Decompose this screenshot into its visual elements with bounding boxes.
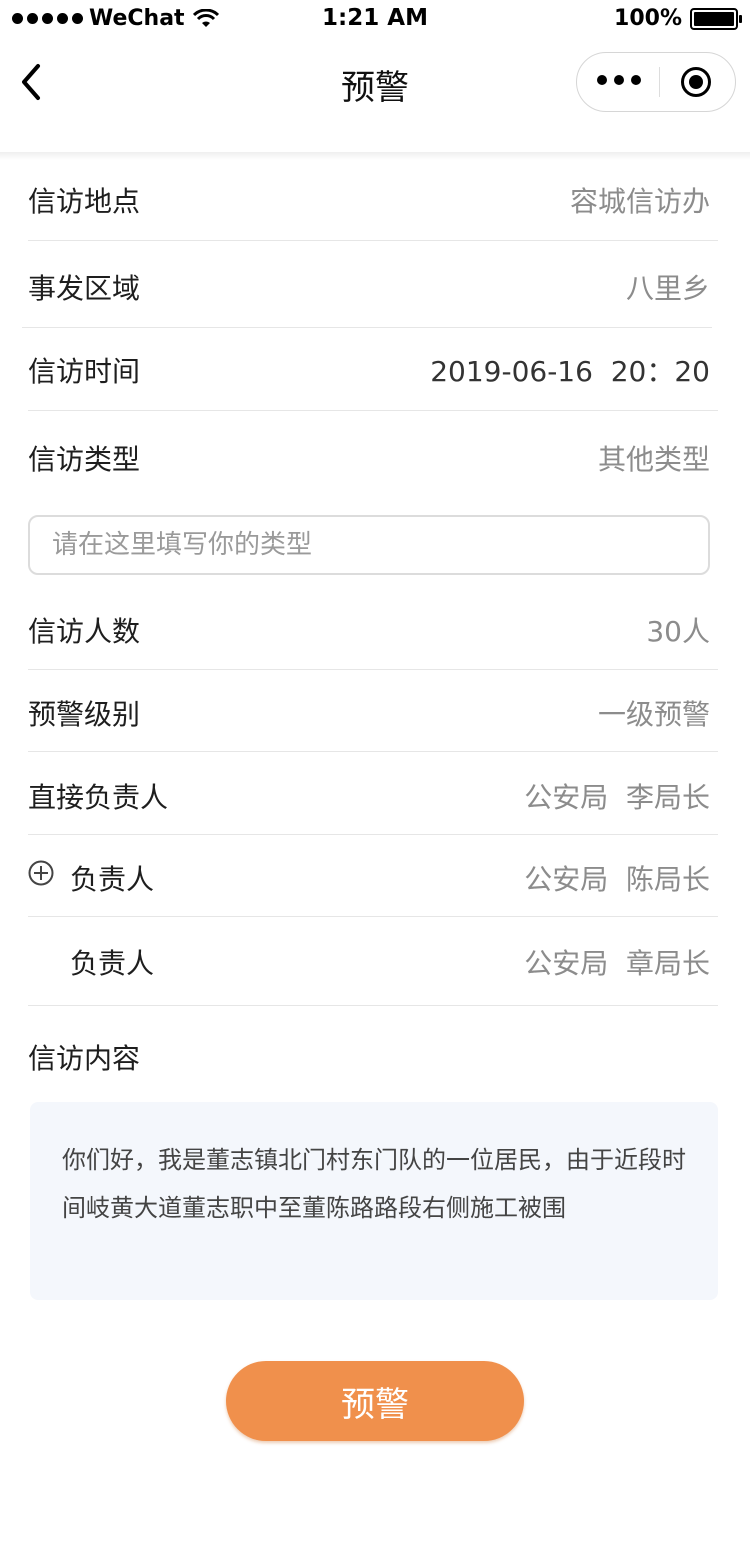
count-value: 30人 xyxy=(646,615,710,648)
divider xyxy=(28,834,718,835)
direct-person-label: 直接负责人 xyxy=(28,781,169,814)
divider xyxy=(28,1005,718,1006)
person-label: 负责人 xyxy=(70,947,155,980)
content-label: 信访内容 xyxy=(28,1042,141,1075)
warning-submit-button[interactable]: 预警 xyxy=(226,1361,524,1441)
more-menu-icon[interactable] xyxy=(597,75,641,85)
battery-icon xyxy=(690,7,742,30)
divider xyxy=(28,410,718,411)
close-target-icon[interactable] xyxy=(681,67,711,97)
battery-status: 100% xyxy=(614,6,742,31)
row-count[interactable]: 信访人数 30人 xyxy=(28,610,718,650)
divider xyxy=(28,751,718,752)
add-circle-icon[interactable] xyxy=(28,860,54,886)
row-content-label: 信访内容 xyxy=(28,1037,718,1077)
status-bar: WeChat 1:21 AM 100% xyxy=(0,0,750,38)
person-label: 负责人 xyxy=(70,863,155,896)
capsule-divider xyxy=(659,67,660,97)
time-value: 2019-06-16 20：20 xyxy=(430,355,710,388)
battery-percent: 100% xyxy=(614,6,682,31)
content-textarea[interactable]: 你们好，我是董志镇北门村东门队的一位居民，由于近段时间岐黄大道董志职中至董陈路路… xyxy=(30,1102,718,1300)
level-label: 预警级别 xyxy=(28,698,141,731)
person-value: 公安局 章局长 xyxy=(524,947,710,980)
person-value: 公安局 陈局长 xyxy=(524,863,710,896)
divider xyxy=(28,916,718,917)
level-value: 一级预警 xyxy=(597,698,710,731)
count-label: 信访人数 xyxy=(28,615,141,648)
type-label: 信访类型 xyxy=(28,443,141,476)
row-area[interactable]: 事发区域 八里乡 xyxy=(28,267,718,307)
row-type[interactable]: 信访类型 其他类型 xyxy=(28,438,718,478)
divider xyxy=(28,669,718,670)
navigation-bar: 预警 xyxy=(0,38,750,126)
nav-shadow xyxy=(0,152,750,160)
time-label: 信访时间 xyxy=(28,355,141,388)
mini-program-capsule xyxy=(576,52,736,112)
row-person-1[interactable]: 负责人 公安局 陈局长 xyxy=(28,858,718,898)
area-label: 事发区域 xyxy=(28,272,141,305)
row-direct-person[interactable]: 直接负责人 公安局 李局长 xyxy=(28,776,718,816)
type-value: 其他类型 xyxy=(597,443,710,476)
direct-person-value: 公安局 李局长 xyxy=(524,781,710,814)
area-value: 八里乡 xyxy=(625,272,710,305)
row-location[interactable]: 信访地点 容城信访办 xyxy=(28,180,718,220)
type-input[interactable] xyxy=(28,515,710,575)
divider xyxy=(22,327,712,328)
row-person-2[interactable]: 负责人 公安局 章局长 xyxy=(28,942,718,982)
row-level[interactable]: 预警级别 一级预警 xyxy=(28,693,718,733)
location-label: 信访地点 xyxy=(28,185,141,218)
divider xyxy=(28,240,718,241)
location-value: 容城信访办 xyxy=(569,185,710,218)
row-time[interactable]: 信访时间 2019-06-16 20：20 xyxy=(28,350,718,390)
